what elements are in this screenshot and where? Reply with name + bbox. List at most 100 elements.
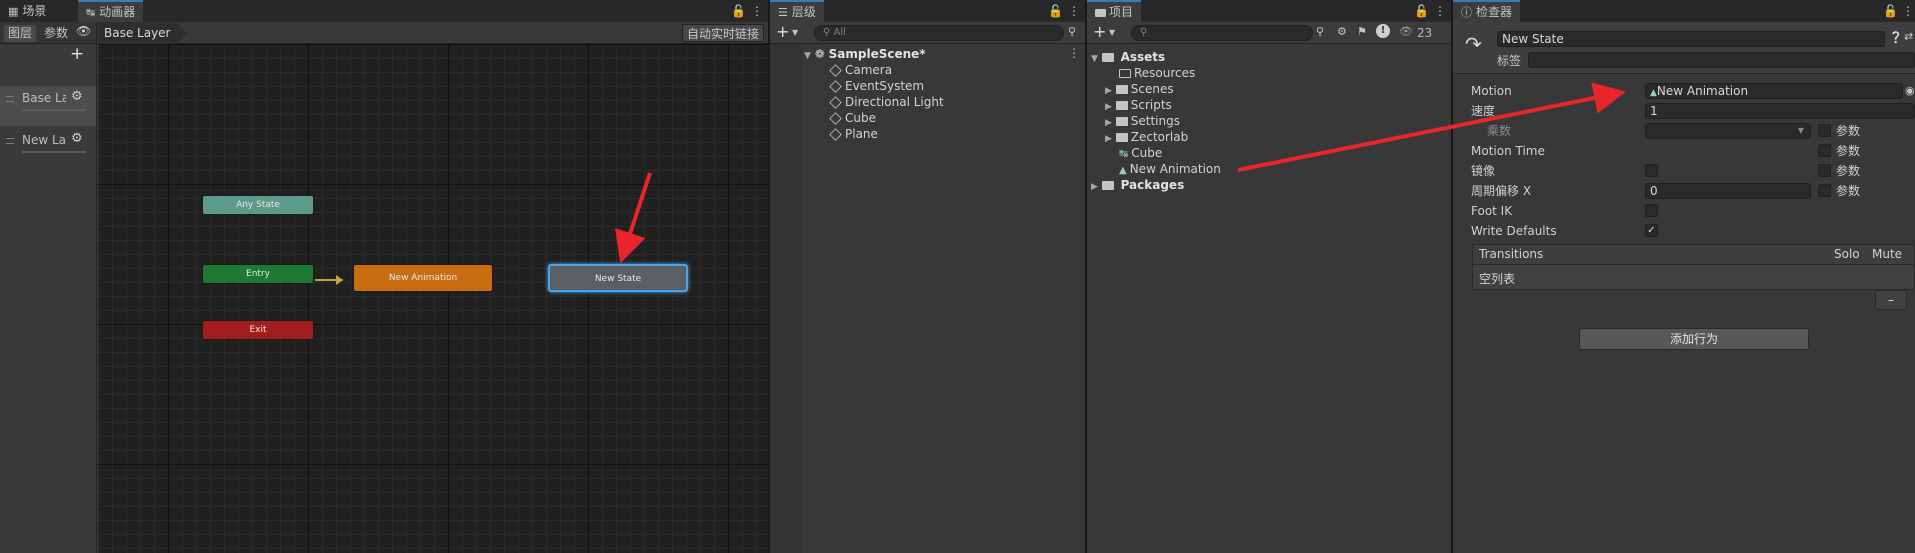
panel-divider[interactable] bbox=[1451, 0, 1453, 553]
project-search-input[interactable]: ⚲ bbox=[1131, 25, 1313, 41]
tab-hierarchy[interactable]: ☰ 层级 bbox=[770, 0, 824, 22]
motion-field[interactable]: ▲New Animation bbox=[1645, 83, 1903, 99]
param-label: 参数 bbox=[1836, 184, 1861, 198]
chevron-down-icon[interactable]: ▼ bbox=[1109, 22, 1115, 44]
collapse-arrow-icon[interactable]: ▶ bbox=[1105, 102, 1112, 112]
create-add-button[interactable]: + bbox=[1093, 22, 1106, 42]
any-state-node[interactable]: Any State bbox=[202, 195, 314, 215]
expand-arrow-icon[interactable]: ▼ bbox=[804, 51, 811, 61]
hierarchy-item-eventsystem[interactable]: EventSystem bbox=[829, 78, 1085, 94]
more-options-icon[interactable]: ⋮ bbox=[1434, 0, 1446, 22]
panel-divider[interactable] bbox=[1085, 0, 1087, 553]
exit-node[interactable]: Exit bbox=[202, 320, 314, 340]
warning-filter-icon[interactable]: ! bbox=[1376, 24, 1390, 38]
inspector-tabbar: ⓘ 检查器 🔓 ⋮ bbox=[1453, 0, 1915, 22]
scene-row[interactable]: ▼ ❁ SampleScene* bbox=[804, 46, 1085, 62]
multiplier-param-checkbox[interactable] bbox=[1818, 124, 1831, 137]
more-options-icon[interactable]: ⋮ bbox=[751, 0, 763, 22]
project-panel: 项目 🔓 ⋮ + ▼ ⚲ ⚲ ⚙ ⚑ ! 👁 23 ▼ Assets Resou… bbox=[1087, 0, 1451, 553]
collapse-arrow-icon[interactable]: ▶ bbox=[1105, 118, 1112, 128]
auto-live-link-button[interactable]: 自动实时链接 bbox=[681, 24, 764, 42]
project-item-resources[interactable]: Resources bbox=[1119, 65, 1451, 81]
layer-weight-bar bbox=[22, 151, 86, 153]
project-item-new-animation[interactable]: ▲ New Animation bbox=[1119, 161, 1451, 177]
layer-name: Base Layer bbox=[22, 91, 66, 105]
tab-layers[interactable]: 图层 bbox=[4, 25, 37, 42]
layer-item-new[interactable]: New Layer ⚙ bbox=[0, 128, 96, 168]
write-defaults-checkbox[interactable]: ✓ bbox=[1645, 224, 1658, 237]
tab-project[interactable]: 项目 bbox=[1087, 0, 1142, 22]
project-item-scripts[interactable]: ▶ Scripts bbox=[1105, 97, 1451, 113]
panel-divider[interactable] bbox=[768, 0, 770, 553]
new-animation-state-node[interactable]: New Animation bbox=[353, 264, 493, 292]
multiplier-dropdown[interactable]: ▼ bbox=[1645, 123, 1811, 139]
object-picker-icon[interactable]: ◉ bbox=[1905, 84, 1915, 97]
collapse-arrow-icon[interactable]: ▶ bbox=[1105, 86, 1112, 96]
eye-icon[interactable]: 👁 bbox=[1399, 25, 1413, 38]
gear-icon[interactable]: ⚙ bbox=[71, 89, 83, 104]
project-item-settings[interactable]: ▶ Settings bbox=[1105, 113, 1451, 129]
add-layer-button[interactable]: + bbox=[70, 44, 84, 64]
preset-icon[interactable]: ⇄ bbox=[1904, 30, 1913, 43]
search-filter-icon[interactable]: ⚲ bbox=[1316, 25, 1324, 38]
cycle-offset-param-checkbox[interactable] bbox=[1818, 184, 1831, 197]
cycle-offset-input[interactable]: 0 bbox=[1645, 183, 1811, 199]
layer-item-base[interactable]: Base Layer ⚙ bbox=[0, 86, 96, 126]
remove-transition-button[interactable]: – bbox=[1875, 290, 1907, 310]
hierarchy-item-directional-light[interactable]: Directional Light bbox=[829, 94, 1085, 110]
collapse-arrow-icon[interactable]: ▶ bbox=[1105, 134, 1112, 144]
entry-node[interactable]: Entry bbox=[202, 264, 314, 284]
speed-input[interactable]: 1 bbox=[1645, 103, 1915, 119]
search-icon: ⚲ bbox=[823, 27, 831, 38]
lock-icon[interactable]: 🔓 bbox=[1048, 0, 1063, 22]
mirror-checkbox[interactable] bbox=[1645, 164, 1658, 177]
layer-name: New Layer bbox=[22, 133, 66, 147]
breadcrumb[interactable]: Base Layer bbox=[98, 22, 187, 44]
tab-inspector[interactable]: ⓘ 检查器 bbox=[1453, 0, 1521, 22]
drag-handle-icon[interactable] bbox=[6, 138, 14, 144]
tab-animator[interactable]: ↹ 动画器 bbox=[78, 0, 144, 22]
tab-parameters[interactable]: 参数 bbox=[40, 25, 72, 42]
more-options-icon[interactable]: ⋮ bbox=[1068, 46, 1080, 60]
hierarchy-item-plane[interactable]: Plane bbox=[829, 126, 1085, 142]
filter-by-label-icon[interactable]: ⚑ bbox=[1357, 25, 1367, 38]
project-item-zectorlab[interactable]: ▶ Zectorlab bbox=[1105, 129, 1451, 145]
folder-icon bbox=[1101, 181, 1114, 190]
animator-breadcrumb-bar: Base Layer 自动实时链接 bbox=[98, 22, 768, 44]
chevron-down-icon[interactable]: ▼ bbox=[792, 22, 798, 44]
lock-icon[interactable]: 🔓 bbox=[1883, 0, 1898, 22]
state-name-input[interactable]: New State bbox=[1497, 31, 1885, 47]
collapse-arrow-icon[interactable]: ▶ bbox=[1091, 182, 1098, 192]
filter-by-type-icon[interactable]: ⚙ bbox=[1337, 25, 1347, 38]
hierarchy-item-camera[interactable]: Camera bbox=[829, 62, 1085, 78]
animator-graph[interactable]: Any State Entry New Animation New State … bbox=[98, 44, 768, 553]
lock-icon[interactable]: 🔓 bbox=[731, 0, 746, 22]
hierarchy-item-cube[interactable]: Cube bbox=[829, 110, 1085, 126]
new-state-node[interactable]: New State bbox=[548, 264, 688, 292]
hierarchy-search-input[interactable]: ⚲ All bbox=[814, 25, 1064, 41]
lock-icon[interactable]: 🔓 bbox=[1414, 0, 1429, 22]
project-item-cube-controller[interactable]: ↹ Cube bbox=[1119, 145, 1451, 161]
create-add-button[interactable]: + bbox=[776, 22, 789, 42]
tag-input[interactable] bbox=[1528, 52, 1915, 68]
more-options-icon[interactable]: ⋮ bbox=[1902, 0, 1914, 22]
param-label: 参数 bbox=[1836, 144, 1861, 158]
layer-add-bar: + bbox=[0, 44, 96, 66]
folder-icon bbox=[1115, 117, 1128, 126]
project-item-packages[interactable]: ▶ Packages bbox=[1091, 177, 1451, 193]
foot-ik-checkbox[interactable] bbox=[1645, 204, 1658, 217]
tab-scene[interactable]: ▦ 场景 bbox=[0, 0, 54, 22]
eye-icon[interactable]: 👁 bbox=[76, 24, 91, 38]
search-filter-icon[interactable]: ⚲ bbox=[1068, 25, 1076, 38]
add-behaviour-button[interactable]: 添加行为 bbox=[1579, 328, 1809, 350]
motion-time-param-checkbox[interactable] bbox=[1818, 144, 1831, 157]
mirror-param-checkbox[interactable] bbox=[1818, 164, 1831, 177]
param-label: 参数 bbox=[1836, 164, 1861, 178]
gear-icon[interactable]: ⚙ bbox=[71, 131, 83, 146]
more-options-icon[interactable]: ⋮ bbox=[1068, 0, 1080, 22]
help-icon[interactable]: ❔ bbox=[1889, 31, 1903, 44]
project-item-assets[interactable]: ▼ Assets bbox=[1091, 49, 1451, 65]
project-item-scenes[interactable]: ▶ Scenes bbox=[1105, 81, 1451, 97]
drag-handle-icon[interactable] bbox=[6, 96, 14, 102]
expand-arrow-icon[interactable]: ▼ bbox=[1091, 54, 1098, 64]
